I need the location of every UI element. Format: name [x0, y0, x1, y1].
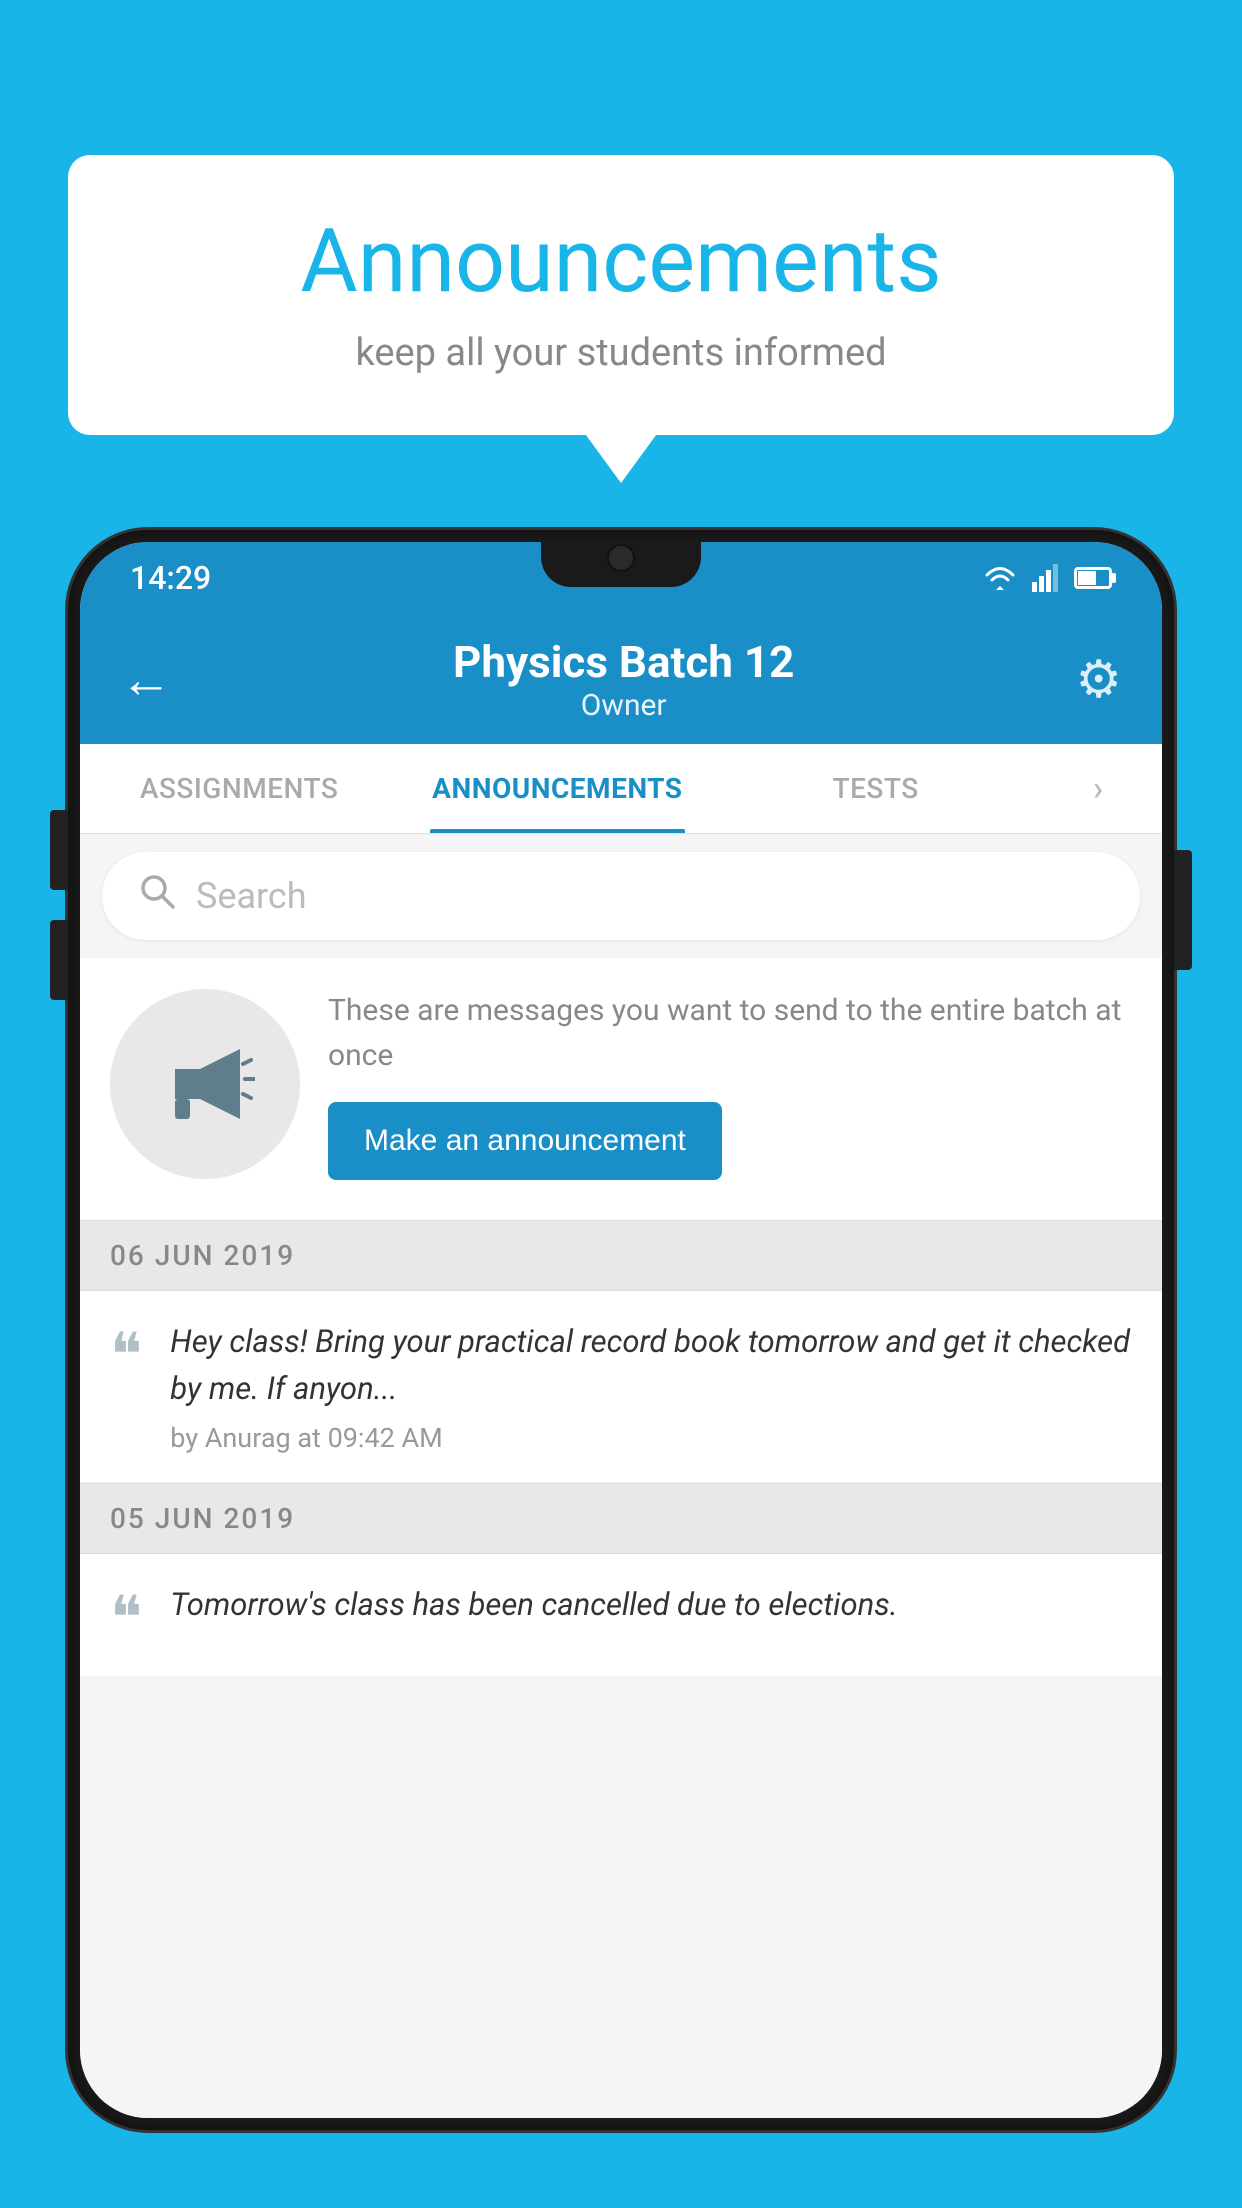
phone-container: 14:29	[68, 530, 1174, 2208]
phone-screen: 14:29	[80, 542, 1162, 2118]
search-placeholder: Search	[196, 875, 307, 917]
phone-frame: 14:29	[68, 530, 1174, 2130]
make-announcement-button[interactable]: Make an announcement	[328, 1102, 722, 1180]
back-button[interactable]: ←	[120, 649, 172, 710]
tab-assignments[interactable]: ASSIGNMENTS	[80, 744, 398, 833]
megaphone-icon	[155, 1034, 255, 1134]
hero-title: Announcements	[128, 210, 1114, 313]
quote-icon-1: ❝	[110, 1325, 142, 1385]
tab-tests[interactable]: TESTS	[716, 744, 1034, 833]
batch-title: Physics Batch 12	[453, 636, 794, 688]
hero-subtitle: keep all your students informed	[128, 331, 1114, 375]
announcement-item-1[interactable]: ❝ Hey class! Bring your practical record…	[80, 1291, 1162, 1483]
announcement-content-2: Tomorrow's class has been cancelled due …	[170, 1582, 1132, 1639]
tab-more[interactable]: ›	[1035, 744, 1162, 833]
tab-announcements[interactable]: ANNOUNCEMENTS	[398, 744, 716, 833]
wifi-icon	[982, 564, 1018, 592]
header-center: Physics Batch 12 Owner	[453, 636, 794, 723]
volume-down-button[interactable]	[50, 920, 68, 1000]
status-icons	[982, 564, 1112, 592]
promo-content: These are messages you want to send to t…	[328, 988, 1132, 1180]
hero-section: Announcements keep all your students inf…	[68, 155, 1174, 435]
promo-icon-circle	[110, 989, 300, 1179]
power-button[interactable]	[1174, 850, 1192, 970]
signal-icon	[1032, 564, 1060, 592]
settings-icon[interactable]: ⚙	[1075, 649, 1122, 710]
tabs-bar: ASSIGNMENTS ANNOUNCEMENTS TESTS ›	[80, 744, 1162, 834]
date-separator-1: 06 JUN 2019	[80, 1220, 1162, 1291]
announcement-text-1: Hey class! Bring your practical record b…	[170, 1319, 1132, 1412]
search-bar[interactable]: Search	[102, 852, 1140, 940]
announcement-content-1: Hey class! Bring your practical record b…	[170, 1319, 1132, 1454]
announcement-meta-1: by Anurag at 09:42 AM	[170, 1422, 1132, 1454]
promo-card: These are messages you want to send to t…	[80, 958, 1162, 1220]
quote-icon-2: ❝	[110, 1588, 142, 1648]
phone-camera	[607, 544, 635, 572]
promo-description: These are messages you want to send to t…	[328, 988, 1132, 1078]
search-icon	[138, 872, 176, 920]
speech-bubble: Announcements keep all your students inf…	[68, 155, 1174, 435]
volume-up-button[interactable]	[50, 810, 68, 890]
user-role: Owner	[453, 688, 794, 723]
status-time: 14:29	[130, 559, 211, 597]
app-header: ← Physics Batch 12 Owner ⚙	[80, 614, 1162, 744]
announcement-text-2: Tomorrow's class has been cancelled due …	[170, 1582, 1132, 1629]
date-separator-2: 05 JUN 2019	[80, 1483, 1162, 1554]
battery-icon	[1074, 567, 1112, 589]
announcement-item-2[interactable]: ❝ Tomorrow's class has been cancelled du…	[80, 1554, 1162, 1676]
screen-content: Search	[80, 834, 1162, 2118]
